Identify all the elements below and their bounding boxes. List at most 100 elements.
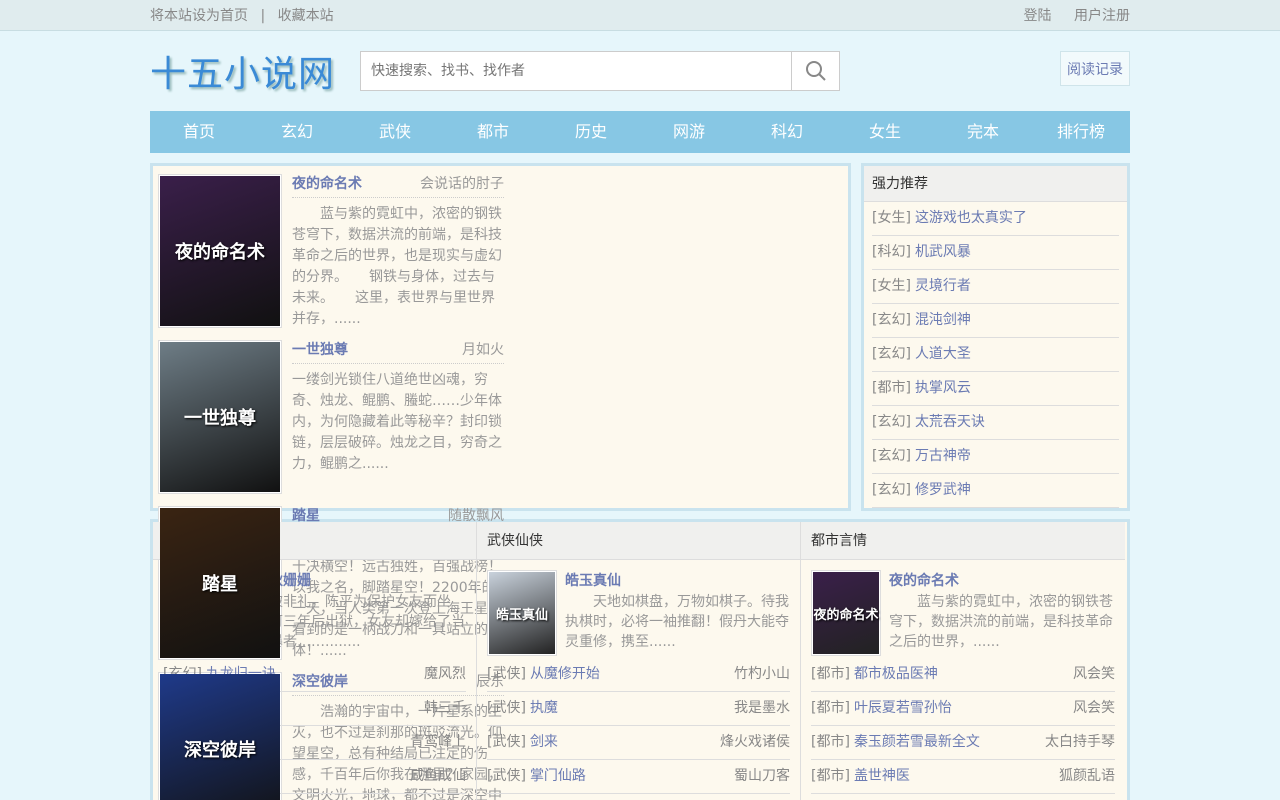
nav-item[interactable]: 网游	[640, 111, 738, 153]
book-title[interactable]: 夜的命名术	[889, 570, 1115, 592]
list-item-author: 我是墨水	[734, 700, 790, 716]
top-bar-left: 将本站设为首页 | 收藏本站	[150, 5, 334, 25]
book-cover[interactable]: 夜的命名术	[158, 174, 282, 328]
search-box	[360, 51, 840, 91]
login-link[interactable]: 登陆	[1024, 8, 1052, 24]
reading-history-button[interactable]: 阅读记录	[1060, 51, 1130, 86]
nav-item[interactable]: 历史	[542, 111, 640, 153]
nav-item[interactable]: 排行榜	[1032, 111, 1130, 153]
recommend-category: [科幻]	[872, 244, 911, 260]
site-logo[interactable]: 十五小说网	[150, 45, 335, 97]
recommend-book-link[interactable]: 人道大圣	[915, 346, 971, 362]
book-author: 会说话的肘子	[420, 176, 504, 192]
nav-item[interactable]: 都市	[444, 111, 542, 153]
book-title[interactable]: 一世独尊	[292, 340, 348, 363]
recommend-item: [玄幻] 修罗武神	[872, 474, 1119, 508]
book-cover[interactable]: 踏星	[158, 506, 282, 660]
book-author: 月如火	[462, 342, 504, 358]
search-input[interactable]	[361, 52, 791, 90]
book-head: 一世独尊 月如火	[292, 340, 504, 364]
recommend-book-link[interactable]: 修罗武神	[915, 482, 971, 498]
recommend-book-link[interactable]: 机武风暴	[915, 244, 971, 260]
recommend-item: [玄幻] 太荒吞天诀	[872, 406, 1119, 440]
list-item-author: 太白持手琴	[1045, 734, 1115, 750]
cover-title: 夜的命名术	[813, 607, 879, 623]
nav-item[interactable]: 完本	[934, 111, 1032, 153]
list-item-book-link[interactable]: 执魔	[530, 700, 558, 716]
book-description: 天地如棋盘，万物如棋子。待我执棋时，必将一袖推翻！假丹大能夺灵重修，携至....…	[565, 594, 789, 650]
list-item-category: [武侠]	[487, 768, 526, 784]
category-title: 武侠仙侠	[477, 522, 800, 560]
category-list-item: [都市] 都市极品医神 风会笑	[811, 658, 1115, 692]
recommend-panel: 强力推荐 [女生] 这游戏也太真实了 [科幻] 机武风暴 [女生] 灵境行者 [玄幻] 混沌剑…	[861, 163, 1130, 511]
book-cover[interactable]: 一世独尊	[158, 340, 282, 494]
cover-image: 深空彼岸	[160, 674, 280, 800]
list-item-left: [武侠] 掌门仙路	[487, 760, 586, 793]
category-list-item: [都市] 盖世神医 狐颜乱语	[811, 760, 1115, 794]
set-home-link[interactable]: 将本站设为首页	[150, 8, 248, 24]
nav-item[interactable]: 玄幻	[248, 111, 346, 153]
cover-title: 皓玉真仙	[495, 607, 548, 623]
top-bar-right: 登陆 用户注册	[1006, 5, 1130, 25]
recommend-item: [科幻] 机武风暴	[872, 236, 1119, 270]
search-icon	[805, 61, 826, 81]
list-item-left: [武侠] 从魔修开始	[487, 658, 600, 691]
recommend-item: [玄幻] 混沌剑神	[872, 304, 1119, 338]
book-cover[interactable]: 深空彼岸	[158, 672, 282, 800]
category-list-item: [武侠] 执魔 我是墨水	[487, 692, 790, 726]
book-info: 夜的命名术 会说话的肘子 蓝与紫的霓虹中，浓密的钢铁苍穹下，数据洪流的前端，是科技…	[292, 174, 504, 340]
nav-item[interactable]: 首页	[150, 111, 248, 153]
category-panel: 武侠仙侠 皓玉真仙 皓玉真仙 天地如棋盘，万物如棋子。待我执棋时，必将一袖推翻！假丹…	[477, 522, 801, 800]
recommend-book-link[interactable]: 混沌剑神	[915, 312, 971, 328]
nav-item[interactable]: 科幻	[738, 111, 836, 153]
nav-item[interactable]: 武侠	[346, 111, 444, 153]
recommend-book-link[interactable]: 执掌风云	[915, 380, 971, 396]
book-title[interactable]: 夜的命名术	[292, 174, 362, 197]
list-item-book-link[interactable]: 剑来	[530, 734, 558, 750]
list-item-book-link[interactable]: 秦玉颜若雪最新全文	[854, 734, 980, 750]
cover-title: 夜的命名术	[175, 242, 265, 263]
search-button[interactable]	[791, 52, 839, 90]
cover-image: 夜的命名术	[813, 572, 879, 654]
recommend-item: [都市] 执掌风云	[872, 372, 1119, 406]
category-list: [都市] 都市极品医神 风会笑 [都市] 叶辰夏若雪孙怡 风会笑 [都市] 秦玉颜若雪最新全文…	[801, 658, 1125, 794]
nav-item[interactable]: 女生	[836, 111, 934, 153]
list-item-category: [都市]	[811, 768, 850, 784]
list-item-book-link[interactable]: 叶辰夏若雪孙怡	[854, 700, 952, 716]
cover-image: 踏星	[160, 508, 280, 658]
recommend-category: [玄幻]	[872, 312, 911, 328]
list-item-author: 魔风烈	[424, 666, 466, 682]
recommend-item: [玄幻] 人道大圣	[872, 338, 1119, 372]
category-top-book: 皓玉真仙 皓玉真仙 天地如棋盘，万物如棋子。待我执棋时，必将一袖推翻！假丹大能夺灵…	[477, 560, 800, 658]
category-list-item: [都市] 叶辰夏若雪孙怡 风会笑	[811, 692, 1115, 726]
recommend-book-link[interactable]: 灵境行者	[915, 278, 971, 294]
cover-image: 皓玉真仙	[489, 572, 555, 654]
bookmark-link[interactable]: 收藏本站	[278, 8, 334, 24]
list-item-category: [武侠]	[487, 700, 526, 716]
header: 十五小说网 阅读记录	[150, 31, 1130, 111]
book-title[interactable]: 皓玉真仙	[565, 570, 790, 592]
list-item-category: [武侠]	[487, 734, 526, 750]
recommend-item: [女生] 灵境行者	[872, 270, 1119, 304]
book-head: 夜的命名术 会说话的肘子	[292, 174, 504, 198]
separator: |	[260, 8, 266, 24]
recommend-book-link[interactable]: 万古神帝	[915, 448, 971, 464]
recommend-book-link[interactable]: 太荒吞天诀	[915, 414, 985, 430]
book-info: 夜的命名术 蓝与紫的霓虹中，浓密的钢铁苍穹下，数据洪流的前端，是科技革命之后的世…	[889, 570, 1115, 658]
book-cover[interactable]: 夜的命名术	[811, 570, 881, 656]
book-cover[interactable]: 皓玉真仙	[487, 570, 557, 656]
featured-books: 夜的命名术 夜的命名术 会说话的肘子 蓝与紫的霓虹中，浓密的钢铁苍穹下，数据洪流的前…	[150, 163, 851, 800]
recommend-book-link[interactable]: 这游戏也太真实了	[915, 210, 1027, 226]
recommend-item: [玄幻] 万古神帝	[872, 440, 1119, 474]
list-item-author: 青鸾峰上	[410, 734, 466, 750]
list-item-book-link[interactable]: 盖世神医	[854, 768, 910, 784]
list-item-left: [都市] 秦玉颜若雪最新全文	[811, 726, 980, 759]
list-item-book-link[interactable]: 掌门仙路	[530, 768, 586, 784]
list-item-author: 烽火戏诸侯	[720, 734, 790, 750]
register-link[interactable]: 用户注册	[1074, 8, 1130, 24]
category-list-item: [都市] 秦玉颜若雪最新全文 太白持手琴	[811, 726, 1115, 760]
recommend-list: [女生] 这游戏也太真实了 [科幻] 机武风暴 [女生] 灵境行者 [玄幻] 混沌剑神 [玄幻]…	[864, 202, 1127, 508]
category-top-book: 夜的命名术 夜的命名术 蓝与紫的霓虹中，浓密的钢铁苍穹下，数据洪流的前端，是科技革…	[801, 560, 1125, 658]
list-item-book-link[interactable]: 都市极品医神	[854, 666, 938, 682]
list-item-book-link[interactable]: 从魔修开始	[530, 666, 600, 682]
